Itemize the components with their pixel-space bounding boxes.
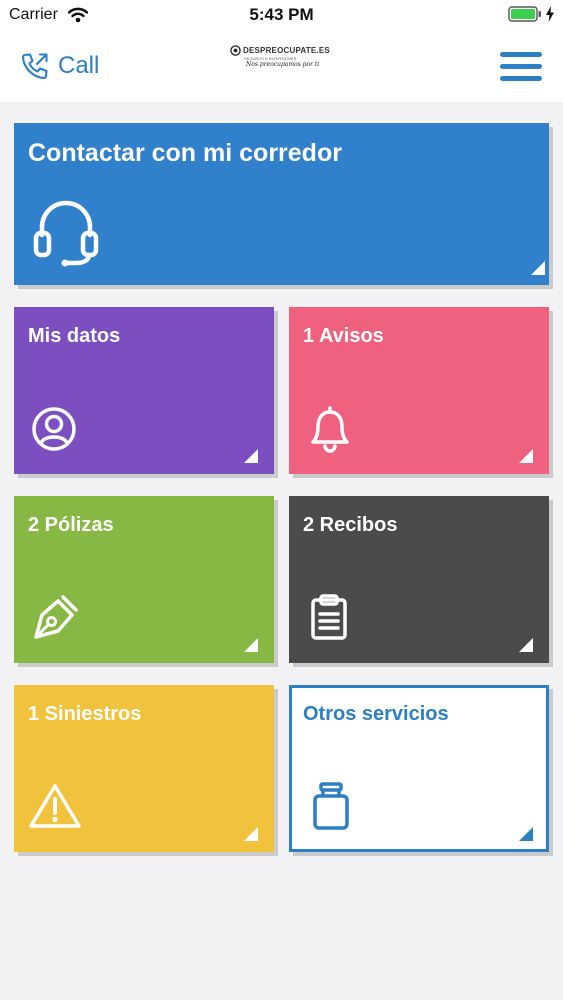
recibos-title: 2 Recibos: [303, 514, 398, 536]
menu-button[interactable]: [500, 52, 542, 82]
logo-mark-icon: [230, 44, 241, 56]
avisos-tile[interactable]: 1 Avisos: [289, 307, 549, 474]
jar-icon: [313, 782, 349, 830]
recibos-tile[interactable]: 2 Recibos: [289, 496, 549, 663]
polizas-tile[interactable]: 2 Pólizas: [14, 496, 274, 663]
phone-call-icon: [21, 53, 48, 80]
pen-nib-icon: [34, 595, 78, 639]
brand-logo: DESPREOCUPATE.ES SEGUROS E INVERSIONES N…: [230, 44, 330, 72]
contact-broker-title: Contactar con mi corredor: [28, 139, 342, 167]
avisos-title: 1 Avisos: [303, 325, 384, 347]
nav-bar: Call DESPREOCUPATE.ES SEGUROS E INVERSIO…: [0, 30, 563, 102]
status-time: 5:43 PM: [249, 5, 314, 24]
siniestros-title: 1 Siniestros: [28, 703, 142, 725]
polizas-title: 2 Pólizas: [28, 514, 114, 536]
contact-broker-tile[interactable]: Contactar con mi corredor: [14, 123, 549, 285]
logo-brand: DESPREOCUPATE.ES: [243, 45, 330, 55]
call-button[interactable]: Call: [20, 46, 99, 86]
battery-icon: [508, 6, 541, 22]
warning-icon: [29, 784, 81, 828]
mis-datos-title: Mis datos: [28, 325, 121, 347]
status-bar: Carrier 5:43 PM: [0, 0, 563, 30]
mis-datos-tile[interactable]: Mis datos: [14, 307, 274, 474]
logo-slogan: Nos preocupamos por ti: [246, 61, 320, 68]
headset-icon: [33, 200, 99, 267]
otros-servicios-title: Otros servicios: [303, 703, 449, 725]
otros-servicios-tile[interactable]: Otros servicios: [289, 685, 549, 852]
clipboard-icon: [311, 594, 347, 640]
charging-icon: [546, 6, 554, 22]
bell-icon: [311, 406, 349, 453]
call-label: Call: [58, 52, 100, 79]
user-circle-icon: [32, 407, 76, 451]
siniestros-tile[interactable]: 1 Siniestros: [14, 685, 274, 852]
